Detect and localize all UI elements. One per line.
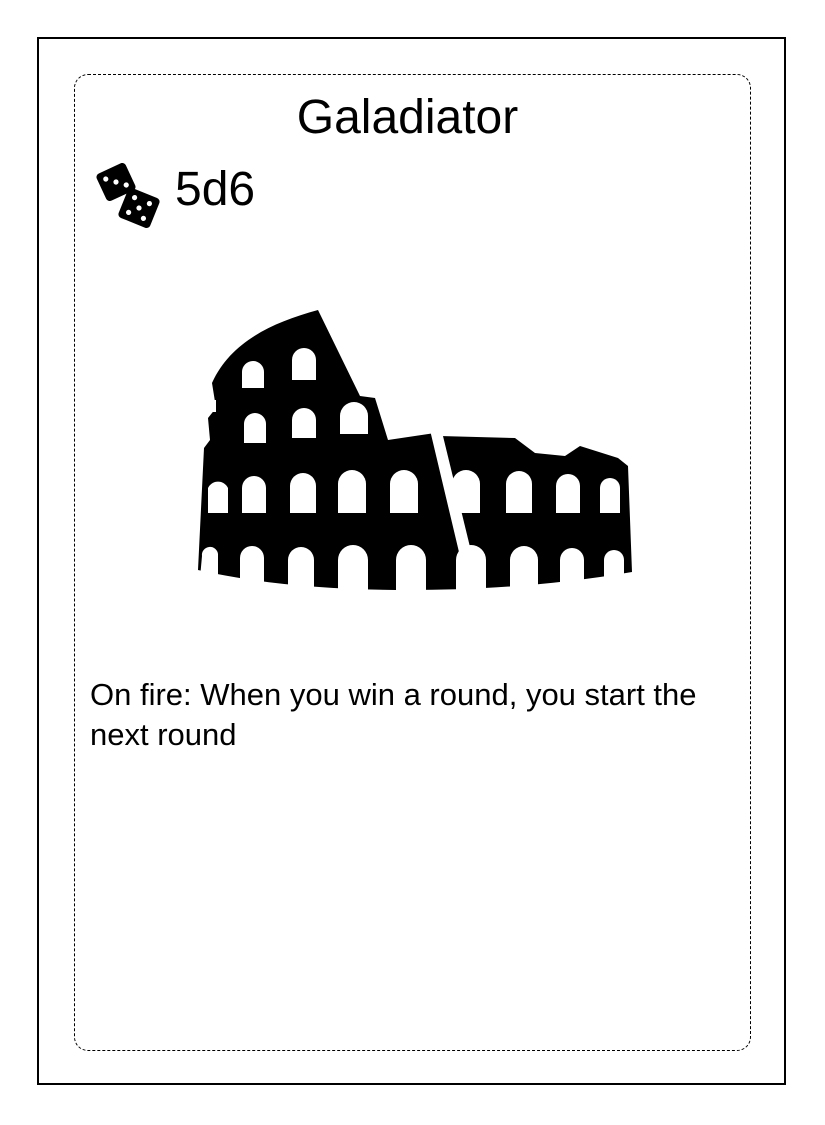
ability-text: On fire: When you win a round, you start… — [90, 677, 697, 752]
colosseum-icon — [198, 310, 632, 590]
dice-value: 5d6 — [175, 163, 256, 216]
card-title: Galadiator — [296, 91, 519, 144]
dice-icon — [96, 163, 160, 228]
